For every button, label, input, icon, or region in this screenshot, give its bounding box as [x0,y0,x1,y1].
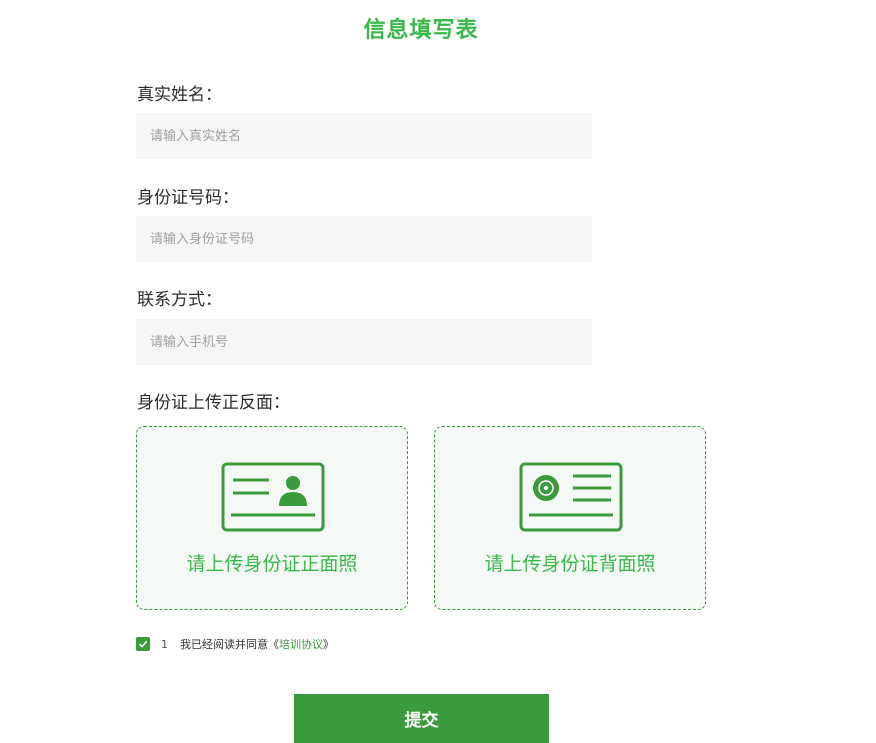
submit-button[interactable]: 提交 [294,694,549,743]
id-upload-label: 身份证上传正反面： [137,393,290,413]
agreement-link-open: 《 [268,638,279,651]
id-number-input[interactable] [136,216,592,262]
agreement-link-close: 》 [323,638,334,651]
checkmark-icon [138,640,148,648]
id-card-front-icon [221,462,325,532]
page-title: 信息填写表 [363,18,479,43]
agreement-checkbox[interactable] [136,637,150,651]
upload-front-text: 请上传身份证正面照 [186,553,358,575]
id-number-label: 身份证号码： [137,188,239,208]
upload-front-box[interactable]: 请上传身份证正面照 [136,426,408,610]
upload-back-box[interactable]: 请上传身份证背面照 [434,426,706,610]
agreement-text: 我已经阅读并同意 [180,638,268,651]
info-form-page: 信息填写表 真实姓名： 身份证号码： 联系方式： 身份证上传正反面： 请上传身份… [0,0,876,743]
id-card-back-icon [519,462,623,532]
contact-label: 联系方式： [137,290,222,310]
agreement-row: 1 我已经阅读并同意 《 培训协议 》 [136,636,334,652]
real-name-label: 真实姓名： [137,85,222,105]
agreement-number: 1 [161,637,168,651]
real-name-input[interactable] [136,113,592,159]
training-agreement-link[interactable]: 培训协议 [279,636,323,652]
upload-back-text: 请上传身份证背面照 [484,553,656,575]
phone-input[interactable] [136,319,592,365]
